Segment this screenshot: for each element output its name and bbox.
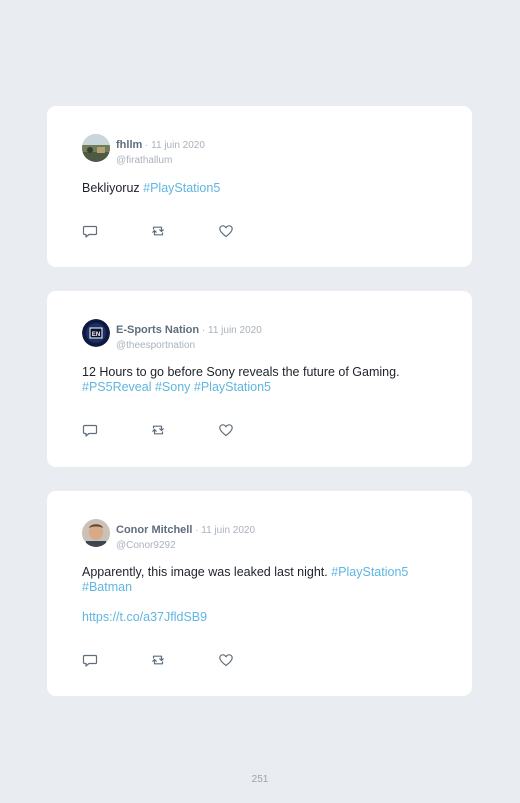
avatar[interactable] (82, 519, 110, 547)
avatar[interactable] (82, 134, 110, 162)
like-icon[interactable] (218, 223, 234, 239)
author-handle[interactable]: @Conor9292 (116, 540, 255, 551)
tweet-link[interactable]: https://t.co/a37JfldSB9 (82, 610, 207, 624)
retweet-icon[interactable] (150, 652, 166, 668)
like-icon[interactable] (218, 422, 234, 438)
reply-icon[interactable] (82, 652, 98, 668)
reply-icon[interactable] (82, 422, 98, 438)
author-meta: Conor Mitchell · 11 juin 2020 @Conor9292 (116, 520, 255, 551)
svg-text:EN: EN (92, 332, 100, 338)
author-name[interactable]: E-Sports Nation (116, 324, 199, 336)
hashtags[interactable]: #PS5Reveal #Sony #PlayStation5 (82, 380, 442, 395)
tweet-text: Bekliyoruz #PlayStation5 (82, 181, 442, 196)
author-meta: fhllm · 11 juin 2020 @firathallum (116, 135, 205, 166)
hashtag[interactable]: #PlayStation5 (143, 181, 220, 195)
tweet-date[interactable]: · 11 juin 2020 (142, 140, 205, 151)
author-name[interactable]: fhllm (116, 139, 142, 151)
author-handle[interactable]: @theesportnation (116, 340, 262, 351)
tweet-body: 12 Hours to go before Sony reveals the f… (82, 365, 400, 379)
tweet-date[interactable]: · 11 juin 2020 (199, 325, 262, 336)
tweet-card: fhllm · 11 juin 2020 @firathallum Bekliy… (47, 106, 472, 267)
tweet-card: Conor Mitchell · 11 juin 2020 @Conor9292… (47, 491, 472, 696)
page-number: 251 (251, 774, 269, 785)
tweet-body: Apparently, this image was leaked last n… (82, 565, 332, 579)
author-handle[interactable]: @firathallum (116, 155, 205, 166)
retweet-icon[interactable] (150, 223, 166, 239)
retweet-icon[interactable] (150, 422, 166, 438)
hashtag[interactable]: #Batman (82, 580, 442, 595)
tweet-text: Apparently, this image was leaked last n… (82, 565, 442, 595)
like-icon[interactable] (218, 652, 234, 668)
hashtag[interactable]: #PlayStation5 (331, 565, 408, 579)
tweet-text: 12 Hours to go before Sony reveals the f… (82, 365, 442, 395)
tweet-body: Bekliyoruz (82, 181, 144, 195)
tweet-date[interactable]: · 11 juin 2020 (192, 525, 255, 536)
tweet-card: EN E-Sports Nation · 11 juin 2020 @thees… (47, 291, 472, 467)
reply-icon[interactable] (82, 223, 98, 239)
author-name[interactable]: Conor Mitchell (116, 524, 192, 536)
author-meta: E-Sports Nation · 11 juin 2020 @theespor… (116, 320, 262, 351)
avatar[interactable]: EN (82, 319, 110, 347)
